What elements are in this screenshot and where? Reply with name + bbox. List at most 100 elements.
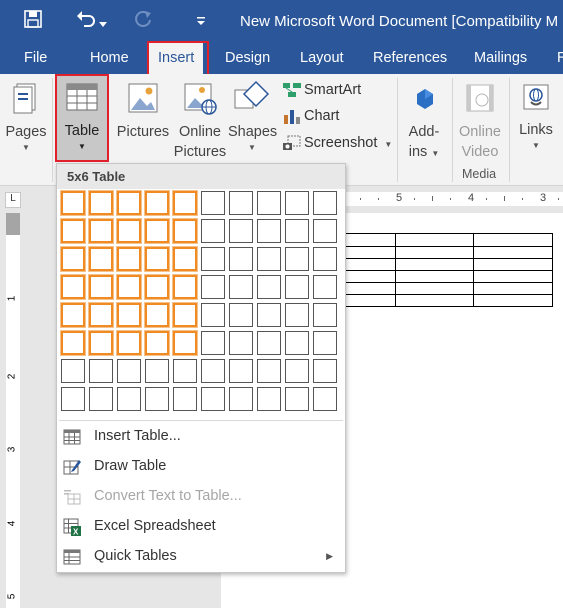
table-grid-cell[interactable] (313, 331, 337, 355)
smartart-button[interactable]: SmartArt (282, 79, 361, 101)
table-grid-cell[interactable] (285, 275, 309, 299)
table-cell[interactable] (473, 282, 553, 295)
pictures-button[interactable]: Pictures (114, 78, 172, 142)
draw-table-menu-item[interactable]: Draw Table (57, 451, 345, 481)
horizontal-ruler[interactable]: 5 4 3 (344, 192, 563, 206)
table-grid-cell-selected[interactable] (173, 247, 197, 271)
table-grid-cell-selected[interactable] (89, 331, 113, 355)
shapes-button[interactable]: Shapes ▼ (228, 78, 277, 154)
table-grid-cell[interactable] (313, 387, 337, 411)
table-grid-cell[interactable] (229, 331, 253, 355)
table-grid-cell[interactable] (229, 191, 253, 215)
table-grid-cell[interactable] (285, 331, 309, 355)
table-grid-cell[interactable] (313, 247, 337, 271)
table-grid-cell[interactable] (201, 359, 225, 383)
table-grid-cell[interactable] (257, 387, 281, 411)
table-grid-cell[interactable] (201, 191, 225, 215)
table-cell[interactable] (394, 282, 475, 295)
tab-references[interactable]: References (373, 42, 447, 74)
screenshot-button[interactable]: Screenshot ▼ (282, 132, 392, 154)
table-cell[interactable] (394, 246, 475, 259)
table-grid-cell[interactable] (229, 247, 253, 271)
table-grid-cell-selected[interactable] (61, 275, 85, 299)
table-cell[interactable] (394, 233, 475, 247)
table-grid-cell-selected[interactable] (61, 247, 85, 271)
table-grid-cell[interactable] (285, 303, 309, 327)
tab-design[interactable]: Design (225, 42, 270, 74)
table-grid-cell-selected[interactable] (117, 219, 141, 243)
table-grid-cell[interactable] (229, 359, 253, 383)
table-grid-cell-selected[interactable] (173, 191, 197, 215)
online-pictures-button[interactable]: Online Pictures (172, 78, 228, 162)
table-grid-cell-selected[interactable] (145, 247, 169, 271)
table-cell[interactable] (473, 233, 553, 247)
table-grid-cell-selected[interactable] (117, 191, 141, 215)
tab-layout[interactable]: Layout (300, 42, 344, 74)
tab-insert[interactable]: Insert (149, 42, 204, 76)
customize-qat-icon[interactable] (196, 13, 206, 31)
table-grid-cell-selected[interactable] (61, 303, 85, 327)
table-grid-cell[interactable] (313, 219, 337, 243)
table-grid-cell[interactable] (257, 275, 281, 299)
table-grid-cell-selected[interactable] (89, 275, 113, 299)
tab-selector[interactable]: L (5, 192, 21, 208)
links-button[interactable]: Links ▼ (512, 78, 560, 152)
table-grid-cell[interactable] (229, 387, 253, 411)
table-grid-cell[interactable] (201, 331, 225, 355)
table-grid-cell[interactable] (201, 387, 225, 411)
table-grid-cell-selected[interactable] (89, 303, 113, 327)
undo-dropdown-icon[interactable] (99, 15, 107, 33)
table-grid-cell[interactable] (285, 387, 309, 411)
insert-table-menu-item[interactable]: Insert Table... (57, 421, 345, 451)
table-grid-cell-selected[interactable] (145, 191, 169, 215)
table-grid-cell[interactable] (285, 247, 309, 271)
tab-home[interactable]: Home (90, 42, 129, 74)
table-grid-cell-selected[interactable] (145, 275, 169, 299)
table-grid-cell[interactable] (285, 359, 309, 383)
table-grid-cell[interactable] (257, 303, 281, 327)
table-cell[interactable] (473, 246, 553, 259)
table-grid-cell[interactable] (145, 387, 169, 411)
table-grid-cell-selected[interactable] (117, 303, 141, 327)
table-grid-cell-selected[interactable] (145, 303, 169, 327)
table-grid-cell[interactable] (89, 387, 113, 411)
table-grid-cell[interactable] (61, 359, 85, 383)
table-grid-cell-selected[interactable] (89, 247, 113, 271)
undo-icon[interactable] (76, 10, 96, 33)
excel-spreadsheet-menu-item[interactable]: X Excel Spreadsheet (57, 511, 345, 541)
table-cell[interactable] (394, 258, 475, 271)
table-grid-cell[interactable] (229, 303, 253, 327)
table-grid-cell-selected[interactable] (145, 219, 169, 243)
table-grid-cell[interactable] (201, 303, 225, 327)
table-grid-cell-selected[interactable] (61, 219, 85, 243)
table-grid-cell-selected[interactable] (117, 247, 141, 271)
table-grid-cell-selected[interactable] (89, 219, 113, 243)
table-grid-cell-selected[interactable] (117, 275, 141, 299)
table-grid-cell[interactable] (257, 219, 281, 243)
save-icon[interactable] (24, 10, 42, 33)
table-grid-cell-selected[interactable] (61, 331, 85, 355)
chart-button[interactable]: Chart (282, 105, 339, 127)
addins-button[interactable]: Add- ins ▼ (400, 78, 448, 164)
table-grid-cell[interactable] (285, 191, 309, 215)
tab-review[interactable]: R (557, 42, 563, 74)
table-grid-cell[interactable] (313, 303, 337, 327)
table-grid-cell[interactable] (201, 247, 225, 271)
table-grid-cell-selected[interactable] (173, 303, 197, 327)
table-grid-cell-selected[interactable] (61, 191, 85, 215)
table-grid-cell[interactable] (173, 359, 197, 383)
table-grid-cell[interactable] (257, 331, 281, 355)
vertical-ruler[interactable]: 1 2 3 4 5 (6, 213, 20, 608)
table-grid-cell-selected[interactable] (173, 331, 197, 355)
tab-file[interactable]: File (24, 42, 47, 74)
table-cell[interactable] (394, 270, 475, 283)
table-grid-cell[interactable] (201, 275, 225, 299)
table-grid-cell-selected[interactable] (117, 331, 141, 355)
pages-button[interactable]: Pages ▼ (4, 78, 48, 154)
table-cell[interactable] (473, 294, 553, 307)
table-grid-cell[interactable] (257, 247, 281, 271)
table-grid-cell[interactable] (117, 387, 141, 411)
table-grid-cell[interactable] (313, 191, 337, 215)
table-grid-cell-selected[interactable] (173, 275, 197, 299)
table-grid-cell[interactable] (257, 191, 281, 215)
